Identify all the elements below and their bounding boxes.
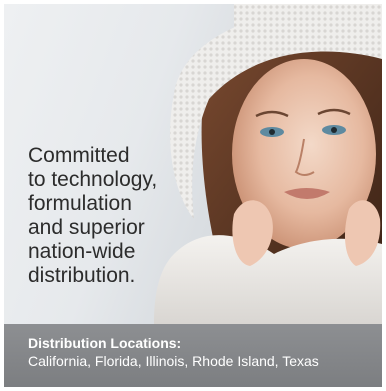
- distribution-locations-heading: Distribution Locations:: [28, 335, 182, 351]
- tagline-line: to technology,: [28, 168, 158, 191]
- tagline: Committed to technology, formulation and…: [28, 144, 228, 288]
- tagline-line: Committed: [28, 144, 130, 167]
- tagline-line: distribution.: [28, 264, 136, 287]
- tagline-line: nation-wide: [28, 240, 136, 263]
- tagline-line: and superior: [28, 216, 145, 239]
- tagline-line: formulation: [28, 192, 132, 215]
- distribution-locations-bar: Distribution Locations: California, Flor…: [4, 324, 382, 387]
- distribution-banner: Committed to technology, formulation and…: [4, 4, 382, 387]
- distribution-locations-list: California, Florida, Illinois, Rhode Isl…: [28, 353, 319, 369]
